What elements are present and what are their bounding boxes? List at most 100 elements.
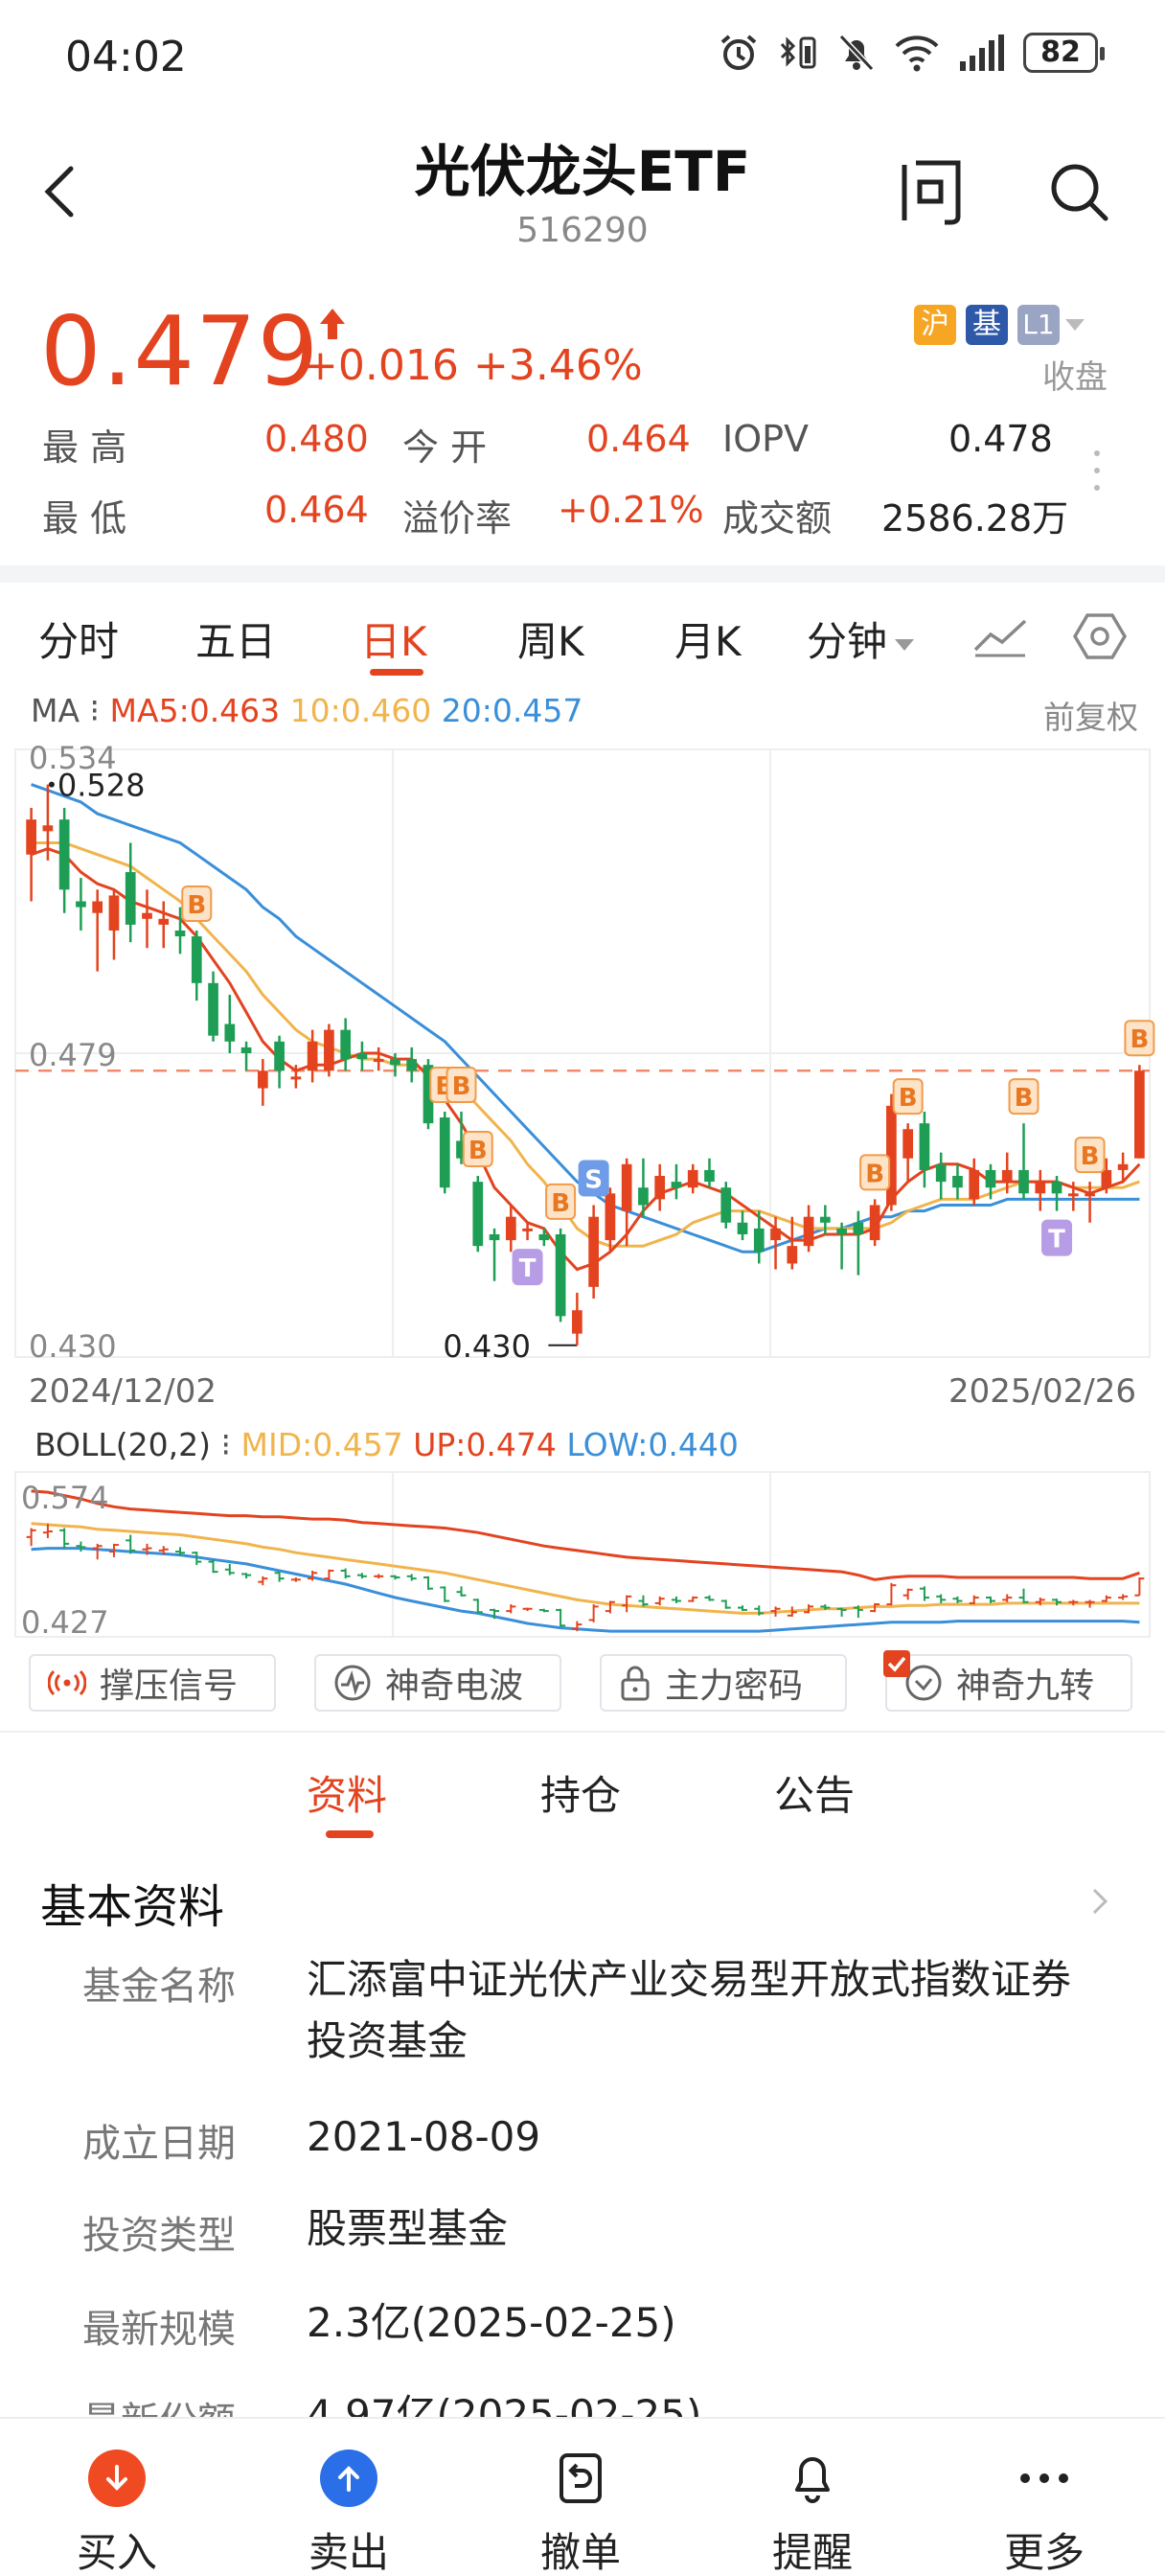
more-button[interactable]: 更多	[948, 2448, 1140, 2576]
boll-bar	[886, 1582, 897, 1606]
signal-marker[interactable]: B	[1124, 1020, 1155, 1057]
tab-minute[interactable]: 分钟	[807, 610, 915, 668]
boll-chart[interactable]: 0.574 0.427	[0, 1468, 1165, 1641]
signal-marker[interactable]: B	[445, 1066, 477, 1103]
candle	[76, 878, 86, 931]
candle	[671, 1163, 682, 1200]
tab-intraday[interactable]: 分时	[38, 610, 119, 668]
candle	[472, 1176, 484, 1253]
nav-header: 光伏龙头ETF 516290	[0, 115, 1165, 278]
boll-bar	[704, 1595, 715, 1601]
candle	[902, 1123, 914, 1183]
candle-body	[240, 1046, 252, 1053]
high-label: 最 高	[42, 426, 127, 469]
search-icon	[1051, 164, 1108, 221]
fund-type-badge: 基	[966, 305, 1008, 345]
info-value: 股票型基金	[307, 2205, 509, 2252]
more-stats-icon[interactable]	[1094, 450, 1102, 502]
candle	[92, 889, 103, 972]
boll-bar	[92, 1543, 103, 1560]
signal-marker[interactable]: B	[1008, 1078, 1039, 1116]
candle-body	[588, 1216, 599, 1287]
signal-marker[interactable]: B	[181, 885, 213, 922]
boll-bar	[902, 1588, 913, 1600]
signal-marker[interactable]: B	[859, 1154, 891, 1191]
candle	[208, 971, 218, 1042]
candle	[654, 1163, 666, 1211]
candle	[26, 807, 36, 902]
candle	[605, 1187, 616, 1253]
info-row-size: 最新规模 2.3亿(2025-02-25)	[0, 2298, 1165, 2365]
settings-hex-icon[interactable]	[1073, 611, 1127, 661]
candle-body	[1134, 1070, 1145, 1159]
badge-group: 沪 基 L1	[914, 305, 1085, 345]
status-time: 04:02	[65, 33, 187, 81]
adjust-mode[interactable]: 前复权	[1043, 692, 1138, 738]
signal-marker[interactable]: B	[462, 1131, 493, 1168]
tab-five-day[interactable]: 五日	[195, 610, 276, 668]
alert-button[interactable]: 提醒	[717, 2448, 908, 2576]
candle-body	[787, 1246, 798, 1264]
boll-legend[interactable]: BOLL(20,2) ⁝ MID:0.457 UP:0.474 LOW:0.44…	[34, 1426, 739, 1463]
candle	[869, 1199, 880, 1247]
signal-marker[interactable]: B	[545, 1183, 577, 1220]
price-change-pct: +3.46%	[473, 341, 643, 390]
info-value: 2021-08-09	[307, 2113, 541, 2160]
candle-body	[257, 1070, 268, 1089]
main-force-button[interactable]: 主力密码	[600, 1654, 847, 1712]
ma-separator: ⁝	[80, 692, 110, 729]
buy-button[interactable]: 买入	[21, 2448, 213, 2576]
quote-row-2: 最 低 0.464 溢价率 +0.21% 成交额 2586.28万	[42, 489, 1125, 540]
candle-body	[58, 819, 70, 890]
candle	[340, 1018, 352, 1071]
level-badge[interactable]: L1	[1017, 305, 1060, 345]
tab-weekly-k[interactable]: 周K	[517, 610, 584, 668]
candle-body	[869, 1205, 880, 1241]
candle-body	[737, 1222, 748, 1234]
ask-button[interactable]	[897, 153, 966, 230]
boll-bar	[290, 1576, 301, 1582]
candle-body	[1051, 1182, 1062, 1194]
buy-label: 买入	[76, 2529, 157, 2576]
alarm-icon	[720, 34, 757, 70]
cancel-order-button[interactable]: 撤单	[485, 2448, 676, 2576]
tab-announcements[interactable]: 公告	[774, 1763, 855, 1822]
signal-icon	[960, 34, 1004, 71]
signal-marker[interactable]: T	[512, 1249, 543, 1286]
boll-bar	[506, 1604, 516, 1614]
candle-body	[142, 912, 152, 919]
candle	[803, 1205, 814, 1253]
chart-start-date: 2024/12/02	[29, 1372, 217, 1411]
signal-marker[interactable]: T	[1041, 1219, 1073, 1256]
chevron-right-icon[interactable]	[1088, 1882, 1111, 1920]
candle	[191, 930, 202, 1001]
boll-bar	[59, 1528, 70, 1549]
info-value: 2.3亿(2025-02-25)	[307, 2299, 676, 2346]
candle-body	[819, 1216, 831, 1223]
level-dropdown-icon[interactable]	[1065, 319, 1085, 331]
open-value: 0.464	[586, 418, 691, 460]
chart-end-date: 2025/02/26	[948, 1372, 1136, 1411]
support-resistance-button[interactable]: 撑压信号	[29, 1654, 276, 1712]
signal-marker[interactable]: S	[578, 1160, 609, 1197]
signal-marker[interactable]: B	[1074, 1137, 1106, 1174]
candle-body	[803, 1216, 814, 1247]
magic-wave-button[interactable]: 神奇电波	[314, 1654, 561, 1712]
active-tab-indicator	[370, 669, 423, 676]
candle-body	[1101, 1169, 1112, 1188]
candle-body	[406, 1059, 418, 1071]
tab-holdings[interactable]: 持仓	[540, 1763, 621, 1822]
tab-monthly-k[interactable]: 月K	[674, 610, 742, 668]
tab-profile[interactable]: 资料	[307, 1763, 387, 1822]
sell-button[interactable]: 卖出	[253, 2448, 445, 2576]
signal-marker[interactable]: B	[892, 1078, 924, 1116]
kline-chart[interactable]: BBBBTBS BB BTBB 0.534 0.479 0.430 0.528 0.…	[0, 734, 1165, 1367]
boll-bar	[1101, 1595, 1111, 1602]
more-label: 更多	[1003, 2529, 1085, 2576]
magic-nine-button[interactable]: 神奇九转	[883, 1650, 1132, 1712]
tab-daily-k[interactable]: 日K	[360, 610, 427, 668]
draw-line-icon[interactable]	[971, 615, 1029, 659]
ma-legend[interactable]: MA ⁝ MA5:0.463 10:0.460 20:0.457	[31, 692, 582, 729]
candle-body	[439, 1117, 450, 1188]
search-button[interactable]	[1044, 157, 1113, 226]
